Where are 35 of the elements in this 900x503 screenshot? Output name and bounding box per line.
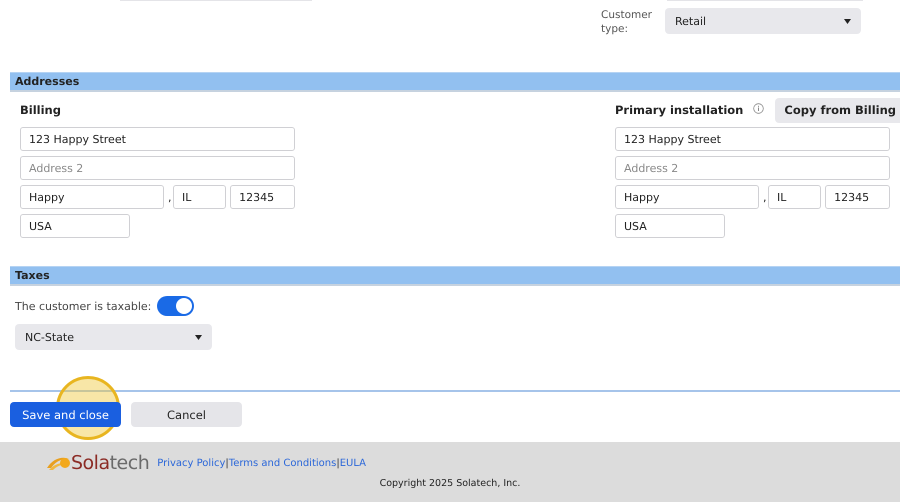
input-field[interactable]: Happy: [20, 185, 164, 209]
footer-link[interactable]: EULA: [340, 458, 366, 468]
copy-button[interactable]: Copy from Billing: [775, 98, 900, 122]
tax-region-select[interactable]: NC-State: [15, 324, 212, 350]
section-title: Billing: [20, 103, 61, 117]
input-field[interactable]: 123 Happy Street: [20, 127, 295, 151]
input-field[interactable]: Address 2: [615, 156, 890, 180]
input-field[interactable]: 123 Happy Street: [615, 127, 890, 151]
field-label: The customer is taxable:: [15, 300, 152, 312]
toggle-switch[interactable]: [157, 296, 194, 316]
separator-text: ,: [762, 190, 764, 204]
footer-link[interactable]: Privacy Policy: [157, 458, 226, 468]
input-field[interactable]: 12345: [825, 185, 890, 209]
link-separator: |: [225, 458, 229, 468]
caret-icon: [844, 16, 851, 26]
input-field[interactable]: USA: [615, 214, 725, 238]
input-field[interactable]: IL: [172, 185, 226, 209]
cancel-button[interactable]: Cancel: [131, 402, 242, 427]
field-label: Customer type:: [601, 8, 654, 36]
customer-type-select[interactable]: Retail: [665, 8, 861, 34]
footer-link[interactable]: Terms and Conditions: [228, 458, 336, 468]
logo: Solatech: [45, 452, 150, 474]
caret-icon: [195, 332, 202, 342]
input-field[interactable]: IL: [768, 185, 822, 209]
input-field[interactable]: Happy: [615, 185, 759, 209]
copyright-text: Copyright 2025 Solatech, Inc.: [380, 478, 520, 489]
input-field[interactable]: 12345: [230, 185, 295, 209]
input-field[interactable]: Address 2: [20, 156, 295, 180]
save-button[interactable]: Save and close: [10, 402, 121, 427]
link-separator: |: [336, 458, 340, 468]
section-header: Taxes: [10, 266, 900, 286]
input-field[interactable]: USA: [20, 214, 130, 238]
separator-text: ,: [168, 190, 169, 204]
section-header: Addresses: [10, 72, 900, 92]
section-title: Primary installation: [615, 103, 744, 117]
